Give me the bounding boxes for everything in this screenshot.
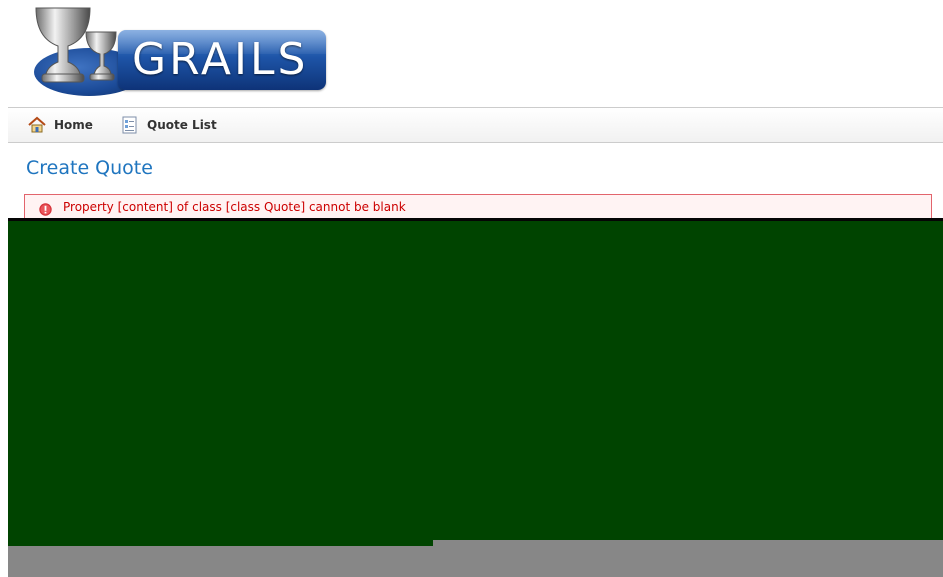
nav-bar: Home Quote List — [8, 107, 943, 143]
grails-logo[interactable]: GRAILS — [28, 4, 328, 100]
nav-home-link[interactable]: Home — [28, 108, 93, 142]
error-text: Property [content] of class [class Quote… — [63, 200, 406, 214]
error-message-box: Property [content] of class [class Quote… — [24, 194, 932, 220]
logo-text: GRAILS — [132, 34, 309, 85]
page: GRAILS Home Quote List Create Quote Prop… — [0, 0, 943, 577]
logo-badge: GRAILS — [118, 30, 326, 90]
nav-quote-list-label: Quote List — [147, 118, 217, 132]
home-icon — [28, 116, 46, 134]
list-icon — [121, 116, 139, 134]
redacted-region — [8, 221, 943, 542]
page-title: Create Quote — [26, 157, 153, 179]
nav-quote-list-link[interactable]: Quote List — [121, 108, 217, 142]
error-icon — [39, 201, 52, 216]
nav-home-label: Home — [54, 118, 93, 132]
footer-band — [8, 546, 943, 577]
